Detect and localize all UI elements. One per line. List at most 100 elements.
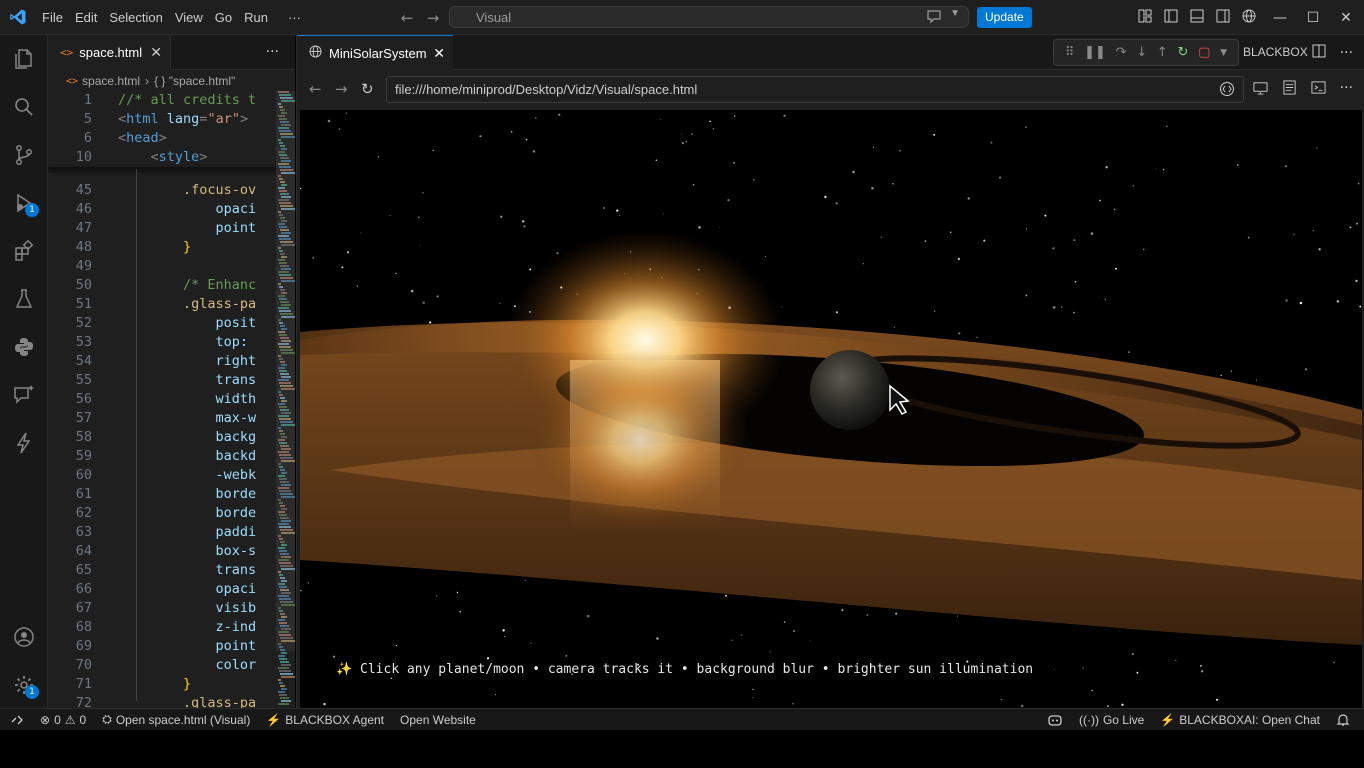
planet[interactable] bbox=[810, 350, 890, 430]
devtools-icon[interactable] bbox=[1219, 81, 1235, 100]
step-out-icon[interactable]: ↑ bbox=[1157, 45, 1168, 60]
tab-minisolarsystem[interactable]: MiniSolarSystem ✕ bbox=[297, 35, 453, 70]
toggle-primary-sidebar-icon[interactable] bbox=[1158, 9, 1184, 27]
go-live-label: Go Live bbox=[1102, 713, 1145, 727]
browser-forward-icon[interactable]: → bbox=[335, 80, 348, 98]
menu-go[interactable]: Go bbox=[209, 0, 238, 35]
code-line: 67 visib bbox=[48, 599, 276, 618]
window-controls: — ☐ ✕ bbox=[1132, 0, 1364, 35]
open-website-status[interactable]: Open Website bbox=[392, 713, 484, 727]
star bbox=[333, 655, 336, 658]
testing-flask-icon[interactable] bbox=[0, 277, 48, 321]
html-file-icon: <> bbox=[60, 46, 74, 59]
tab-space-html[interactable]: <> space.html ✕ bbox=[48, 35, 171, 70]
open-external-icon[interactable] bbox=[1253, 80, 1268, 99]
line-number: 47 bbox=[75, 220, 92, 236]
star bbox=[753, 179, 755, 181]
star bbox=[1359, 305, 1362, 308]
minimap-slider[interactable] bbox=[276, 91, 295, 651]
back-arrow-icon[interactable]: ← bbox=[395, 9, 419, 27]
split-editor-icon[interactable] bbox=[1312, 44, 1326, 62]
menu-file[interactable]: File bbox=[36, 0, 69, 35]
open-file-status[interactable]: ⛭ Open space.html (Visual) bbox=[94, 712, 258, 727]
star bbox=[500, 215, 503, 218]
menu-more[interactable]: ··· bbox=[282, 0, 307, 35]
breadcrumb-file[interactable]: space.html bbox=[82, 74, 140, 88]
update-button[interactable]: Update bbox=[977, 7, 1032, 28]
code-text: backd bbox=[118, 447, 257, 466]
star bbox=[1082, 667, 1084, 669]
python-icon[interactable] bbox=[0, 325, 48, 369]
extensions-icon[interactable] bbox=[0, 229, 48, 273]
remote-indicator-icon[interactable] bbox=[0, 713, 32, 727]
forward-arrow-icon[interactable]: → bbox=[421, 9, 445, 27]
star bbox=[1220, 374, 1222, 377]
globe-icon[interactable] bbox=[1236, 9, 1262, 27]
toggle-secondary-sidebar-icon[interactable] bbox=[1210, 9, 1236, 27]
close-window-icon[interactable]: ✕ bbox=[1328, 10, 1364, 26]
command-center-search[interactable]: Visual ▼ bbox=[449, 6, 969, 28]
line-number: 5 bbox=[83, 111, 92, 127]
close-icon[interactable]: ✕ bbox=[150, 44, 162, 61]
copilot-chat-icon[interactable] bbox=[926, 8, 942, 27]
menu-view[interactable]: View bbox=[169, 0, 209, 35]
step-over-icon[interactable]: ↷ bbox=[1116, 45, 1127, 60]
sun-glare bbox=[530, 350, 750, 530]
star bbox=[680, 133, 682, 135]
blackbox-open-chat-status[interactable]: ⚡ BLACKBOXAI: Open Chat bbox=[1152, 713, 1328, 727]
drag-handle-icon[interactable]: ⠿ bbox=[1065, 45, 1075, 60]
maximize-icon[interactable]: ☐ bbox=[1298, 10, 1328, 26]
terminal-icon[interactable] bbox=[1311, 80, 1326, 99]
close-icon[interactable]: ✕ bbox=[433, 45, 445, 62]
star bbox=[880, 236, 882, 238]
copilot-icon[interactable] bbox=[1039, 713, 1071, 727]
solar-system-canvas[interactable]: ✨ Click any planet/moon • camera tracks … bbox=[300, 110, 1362, 708]
stop-icon[interactable]: ▢ bbox=[1198, 45, 1210, 60]
chevron-down-icon[interactable]: ▼ bbox=[1220, 48, 1227, 58]
lightning-icon[interactable] bbox=[0, 421, 48, 465]
step-into-icon[interactable]: ↓ bbox=[1136, 45, 1147, 60]
star bbox=[422, 301, 425, 304]
blackbox-agent-status[interactable]: ⚡ BLACKBOX Agent bbox=[258, 713, 392, 727]
breadcrumb-symbol[interactable]: { } "space.html" bbox=[154, 74, 235, 88]
tab-label: space.html bbox=[79, 45, 143, 60]
chevron-down-icon[interactable]: ▼ bbox=[950, 8, 960, 19]
more-actions-icon[interactable]: ··· bbox=[266, 44, 279, 60]
blackbox-label[interactable]: BLACKBOX bbox=[1243, 35, 1308, 70]
go-live-status[interactable]: ((·)) Go Live bbox=[1071, 713, 1152, 727]
menu-selection[interactable]: Selection bbox=[103, 0, 168, 35]
source-control-icon[interactable] bbox=[0, 133, 48, 177]
problems-indicator[interactable]: ⊗ 0 ⚠ 0 bbox=[32, 713, 94, 727]
pause-icon[interactable]: ❚❚ bbox=[1084, 45, 1106, 60]
code-token: "ar" bbox=[207, 111, 240, 127]
code-editor[interactable]: 1//* all credits t 5 <html lang="ar"> 6 <hea… bbox=[48, 91, 276, 708]
minimap-line bbox=[280, 685, 285, 687]
menu-edit[interactable]: Edit bbox=[69, 0, 103, 35]
code-token: head bbox=[126, 130, 159, 146]
browser-back-icon[interactable]: ← bbox=[309, 80, 322, 98]
menu-run[interactable]: Run bbox=[238, 0, 274, 35]
more-actions-icon[interactable]: ··· bbox=[1340, 80, 1353, 99]
star bbox=[1304, 368, 1308, 371]
explorer-icon[interactable] bbox=[0, 37, 48, 81]
code-text: borde bbox=[118, 485, 257, 504]
run-debug-icon[interactable]: 1 bbox=[0, 181, 48, 225]
customize-layout-icon[interactable] bbox=[1132, 9, 1158, 27]
chat-sparkle-icon[interactable] bbox=[0, 373, 48, 417]
notifications-bell-icon[interactable] bbox=[1328, 713, 1358, 727]
code-line: 61 borde bbox=[48, 485, 276, 504]
toggle-panel-icon[interactable] bbox=[1184, 9, 1210, 27]
settings-gear-icon[interactable]: 1 bbox=[0, 663, 48, 707]
more-actions-icon[interactable]: ··· bbox=[1340, 45, 1353, 61]
star bbox=[1053, 669, 1055, 670]
reload-icon[interactable]: ↻ bbox=[361, 80, 374, 98]
url-bar[interactable]: file:///home/miniprod/Desktop/Vidz/Visua… bbox=[386, 76, 1244, 103]
search-icon[interactable] bbox=[0, 85, 48, 129]
minimize-icon[interactable]: — bbox=[1262, 10, 1298, 26]
star bbox=[1336, 300, 1339, 303]
star bbox=[532, 150, 536, 153]
account-icon[interactable] bbox=[0, 615, 48, 659]
star bbox=[456, 591, 459, 594]
reader-icon[interactable] bbox=[1282, 80, 1297, 99]
restart-icon[interactable]: ↻ bbox=[1178, 45, 1189, 60]
